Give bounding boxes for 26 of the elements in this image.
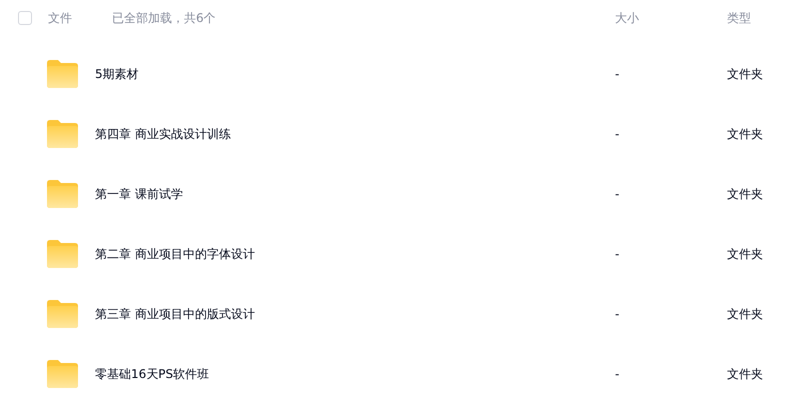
load-status: 已全部加载，共6个 bbox=[112, 10, 216, 26]
folder-icon bbox=[47, 360, 78, 388]
file-name[interactable]: 第三章 商业项目中的版式设计 bbox=[95, 306, 255, 322]
file-type: 文件夹 bbox=[727, 126, 763, 142]
file-name[interactable]: 5期素材 bbox=[95, 66, 139, 82]
file-name[interactable]: 第四章 商业实战设计训练 bbox=[95, 126, 231, 142]
file-size: - bbox=[615, 367, 620, 381]
file-size: - bbox=[615, 67, 620, 81]
folder-icon bbox=[47, 180, 78, 208]
folder-icon bbox=[47, 300, 78, 328]
file-size: - bbox=[615, 127, 620, 141]
select-all-checkbox[interactable] bbox=[18, 11, 32, 25]
file-type: 文件夹 bbox=[727, 246, 763, 262]
file-size: - bbox=[615, 307, 620, 321]
file-size: - bbox=[615, 247, 620, 261]
file-name[interactable]: 零基础16天PS软件班 bbox=[95, 366, 210, 382]
folder-icon bbox=[47, 120, 78, 148]
file-type: 文件夹 bbox=[727, 306, 763, 322]
folder-icon bbox=[47, 240, 78, 268]
file-name[interactable]: 第一章 课前试学 bbox=[95, 186, 183, 202]
file-name[interactable]: 第二章 商业项目中的字体设计 bbox=[95, 246, 255, 262]
file-type: 文件夹 bbox=[727, 366, 763, 382]
file-type: 文件夹 bbox=[727, 186, 763, 202]
folder-icon bbox=[47, 60, 78, 88]
file-type: 文件夹 bbox=[727, 66, 763, 82]
file-size: - bbox=[615, 187, 620, 201]
